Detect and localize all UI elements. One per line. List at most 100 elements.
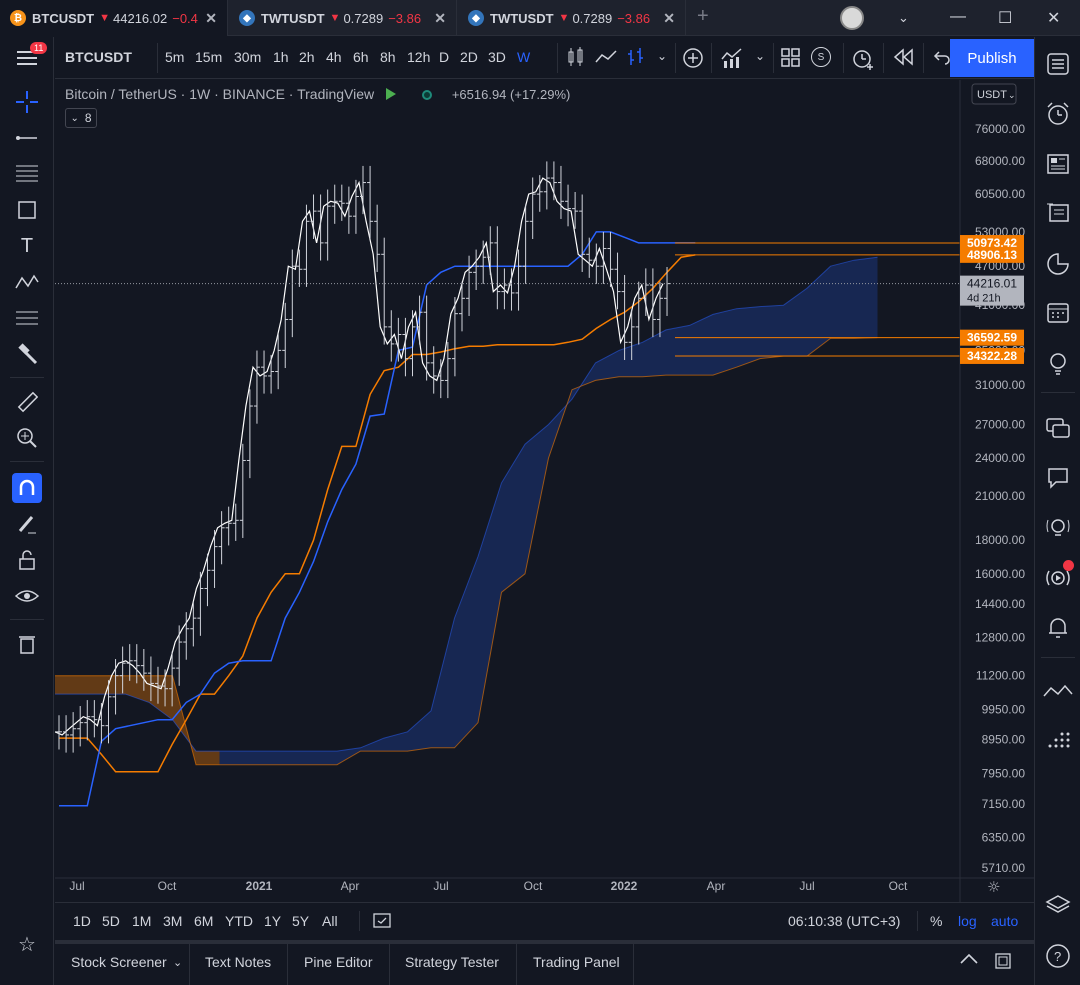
timeframe-d[interactable]: D [439,49,449,65]
hotlist-icon[interactable] [1043,249,1073,279]
sign-s-icon[interactable]: S [811,47,831,67]
trash-icon[interactable] [12,629,42,659]
range-1m[interactable]: 1M [132,913,151,929]
divider [10,377,44,378]
timeframe-3d[interactable]: 3D [488,49,506,65]
chevron-down-icon[interactable]: ⌄ [898,10,909,26]
goto-date-icon[interactable] [373,912,391,933]
y-tick-label: 21000.00 [975,489,1025,503]
window-close-icon[interactable]: ✕ [1047,8,1060,28]
range-all[interactable]: All [322,913,338,929]
range-ytd[interactable]: YTD [225,913,253,929]
chevron-down-icon[interactable]: ⌄ [657,49,667,63]
data-window-icon[interactable] [1043,197,1073,227]
maximize-icon[interactable]: ☐ [998,8,1012,28]
minimize-icon[interactable]: — [950,8,966,26]
candles-icon[interactable] [567,47,585,72]
range-1y[interactable]: 1Y [264,913,281,929]
timeframe-6h[interactable]: 6h [353,49,369,65]
text-tool-icon[interactable]: T [12,231,42,261]
timeframe-2h[interactable]: 2h [299,49,315,65]
timeframe-2d[interactable]: 2D [460,49,478,65]
chats-icon[interactable] [1043,413,1073,443]
tab-stock-screener[interactable]: Stock Screener [71,954,167,970]
zoom-in-icon[interactable] [12,423,42,453]
maximize-panel-icon[interactable] [995,953,1011,974]
crosshair-icon[interactable] [12,87,42,117]
price-chart[interactable]: 76000.0068000.0060500.0053000.0047000.00… [55,80,1034,902]
pine-chevrons-icon[interactable] [1043,675,1073,705]
replay-icon[interactable] [893,48,915,71]
clock-time[interactable]: 06:10:38 (UTC+3) [788,913,900,929]
legend-title[interactable]: Bitcoin / TetherUS · 1W · BINANCE · Trad… [65,86,374,102]
down-arrow-icon: ▼ [558,12,570,24]
dots-grid-icon[interactable] [1043,725,1073,755]
undo-icon[interactable] [931,48,951,71]
range-5d[interactable]: 5D [102,913,120,929]
timeframe-12h[interactable]: 12h [407,49,430,65]
tab-twtusdt-1[interactable]: ◆ TWTUSDT ▼ 0.7289 −3.86 ✕ [229,0,457,36]
auto-toggle[interactable]: auto [991,913,1018,929]
tab-text-notes[interactable]: Text Notes [205,954,271,970]
settings-gear-icon[interactable]: ☼ [987,878,1000,896]
alarm-clock-icon[interactable] [1043,99,1073,129]
new-tab-plus-icon[interactable]: + [697,5,709,28]
magnet-icon[interactable] [12,473,42,503]
alert-clock-icon[interactable] [851,46,875,75]
rectangle-icon[interactable] [12,195,42,225]
timeframe-30m[interactable]: 30m [234,49,261,65]
star-icon[interactable]: ☆ [12,929,42,959]
chat-bubble-icon[interactable] [1043,463,1073,493]
timeframe-w[interactable]: W [517,49,530,65]
close-icon[interactable]: ✕ [659,10,675,27]
help-icon[interactable]: ? [1043,941,1073,971]
symbol-search[interactable]: BTCUSDT [65,49,132,65]
idea-stream-icon[interactable] [1043,513,1073,543]
close-icon[interactable]: ✕ [201,10,217,27]
ruler-icon[interactable] [12,387,42,417]
tab-trading-panel[interactable]: Trading Panel [533,954,620,970]
range-5y[interactable]: 5Y [292,913,309,929]
tab-strategy-tester[interactable]: Strategy Tester [405,954,499,970]
chevron-up-icon[interactable] [959,952,979,971]
layers-icon[interactable] [1043,891,1073,921]
close-icon[interactable]: ✕ [430,10,446,27]
indicators-collapse-button[interactable]: ⌄ 8 [65,108,97,128]
tab-btcusdt[interactable]: ₿ BTCUSDT ▼ 44216.02 −0.4 ✕ [0,0,228,36]
timeframe-4h[interactable]: 4h [326,49,342,65]
notifications-bell-icon[interactable] [1043,613,1073,643]
timeframe-5m[interactable]: 5m [165,49,184,65]
x-tick-label: 2022 [611,879,638,893]
tab-twtusdt-2[interactable]: ◆ TWTUSDT ▼ 0.7289 −3.86 ✕ [458,0,686,36]
ideas-bulb-icon[interactable] [1043,349,1073,379]
avatar[interactable] [840,6,864,30]
stay-drawing-icon[interactable] [12,509,42,539]
news-icon[interactable] [1043,149,1073,179]
fib-retracement-icon[interactable] [12,159,42,189]
timeframe-1h[interactable]: 1h [273,49,289,65]
timeframe-15m[interactable]: 15m [195,49,222,65]
chevron-down-icon[interactable]: ⌄ [173,956,182,969]
watchlist-icon[interactable] [1043,49,1073,79]
trend-line-icon[interactable] [12,123,42,153]
range-6m[interactable]: 6M [194,913,213,929]
layout-icon[interactable] [781,48,801,73]
eye-icon[interactable] [12,581,42,611]
bars-icon[interactable] [627,47,645,72]
range-1d[interactable]: 1D [73,913,91,929]
range-3m[interactable]: 3M [163,913,182,929]
line-chart-icon[interactable] [595,49,617,70]
indicators-icon[interactable] [721,47,743,74]
publish-button[interactable]: Publish [950,39,1034,77]
prediction-icon[interactable] [12,303,42,333]
calendar-icon[interactable] [1043,297,1073,327]
lock-icon[interactable] [12,545,42,575]
add-indicator-icon[interactable] [682,47,704,74]
percent-toggle[interactable]: % [930,913,942,929]
tab-pine-editor[interactable]: Pine Editor [304,954,372,970]
timeframe-8h[interactable]: 8h [380,49,396,65]
pattern-icon[interactable] [12,267,42,297]
log-toggle[interactable]: log [958,913,977,929]
hammer-icon[interactable] [12,339,42,369]
chevron-down-icon[interactable]: ⌄ [755,49,765,63]
